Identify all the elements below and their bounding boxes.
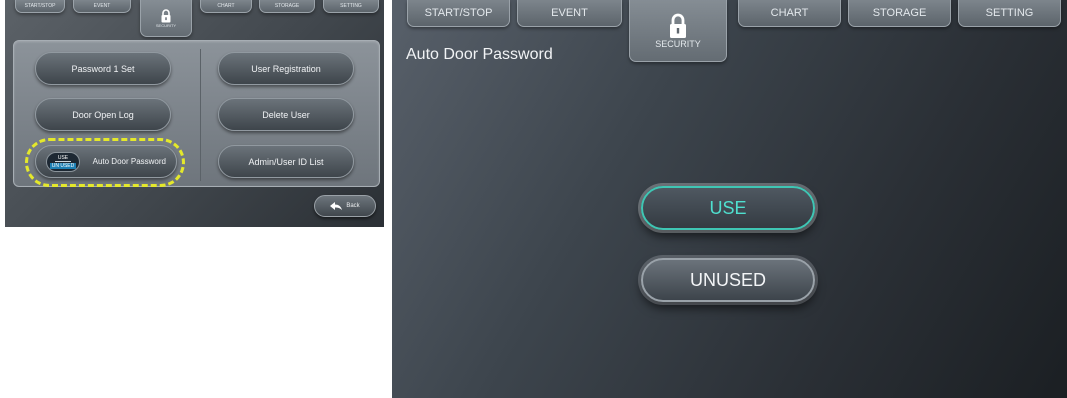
tab-label: EVENT (551, 7, 588, 19)
tab-label: START/STOP (424, 7, 493, 19)
button-label: Auto Door Password (92, 157, 166, 166)
tab-event[interactable]: EVENT (517, 0, 622, 27)
lock-icon (670, 13, 686, 38)
back-arrow-icon (330, 202, 343, 210)
tab-label: STORAGE (274, 3, 300, 9)
tab-start-stop[interactable]: START/STOP (15, 0, 65, 13)
button-label: USE (709, 197, 747, 218)
lock-icon (161, 8, 171, 22)
use-button[interactable]: USE (641, 186, 815, 230)
tab-security[interactable]: SECURITY (140, 0, 192, 37)
tab-chart[interactable]: CHART (200, 0, 252, 13)
user-registration-button[interactable]: User Registration (218, 52, 354, 85)
tab-setting[interactable]: SETTING (958, 0, 1061, 27)
tab-label: CHART (770, 7, 809, 19)
tab-storage[interactable]: STORAGE (259, 0, 315, 13)
tab-label: SETTING (340, 3, 362, 9)
auto-door-password-button[interactable]: USE UN USED Auto Door Password (35, 145, 177, 178)
unused-button[interactable]: UNUSED (641, 258, 815, 302)
auto-door-password-screen: START/STOP EVENT SECURITY CHART STORAGE … (392, 0, 1067, 398)
toggle-unused-label: UN USED (49, 163, 77, 169)
tab-storage[interactable]: STORAGE (848, 0, 951, 27)
door-open-log-button[interactable]: Door Open Log (35, 98, 171, 131)
button-label: Delete User (262, 109, 310, 120)
button-label: User Registration (251, 63, 321, 74)
tab-label: STORAGE (872, 7, 927, 19)
button-label: Admin/User ID List (248, 156, 324, 167)
stage: START/STOP EVENT SECURITY CHART STORAGE … (0, 0, 1067, 398)
tab-label: CHART (217, 3, 235, 9)
page-title: Auto Door Password (406, 46, 553, 63)
delete-user-button[interactable]: Delete User (218, 98, 354, 131)
back-label: Back (346, 203, 360, 209)
tab-chart[interactable]: CHART (738, 0, 841, 27)
toggle-use-label: USE (54, 155, 72, 162)
tab-label: EVENT (93, 3, 111, 9)
back-button[interactable]: Back (314, 195, 376, 217)
tab-label: SETTING (985, 7, 1034, 19)
button-label: UNUSED (689, 269, 766, 290)
tab-setting[interactable]: SETTING (323, 0, 379, 13)
security-menu-screen: START/STOP EVENT SECURITY CHART STORAGE … (5, 0, 384, 227)
tab-event[interactable]: EVENT (73, 0, 131, 13)
tab-label: START/STOP (24, 3, 56, 9)
use-unused-toggle: USE UN USED (46, 152, 80, 172)
tab-label: SECURITY (155, 22, 177, 28)
tab-security[interactable]: SECURITY (629, 0, 727, 62)
admin-user-id-list-button[interactable]: Admin/User ID List (218, 145, 354, 178)
panel-divider (200, 49, 201, 181)
password-set-button[interactable]: Password 1 Set (35, 52, 171, 85)
button-label: Password 1 Set (71, 63, 135, 74)
tab-start-stop[interactable]: START/STOP (407, 0, 510, 27)
tab-label: SECURITY (655, 38, 701, 49)
button-label: Door Open Log (72, 109, 134, 120)
